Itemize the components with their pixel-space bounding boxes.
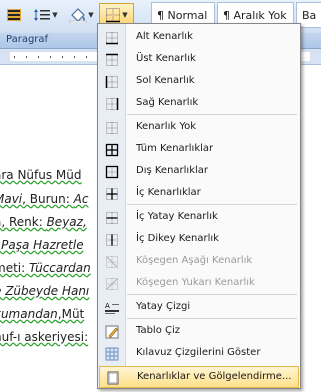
menu-item-diagonal-down-border: Köşegen Aşağı Kenarlık bbox=[99, 251, 299, 273]
document-text-run: e Zübeyde Hanı bbox=[0, 284, 90, 298]
shading-button[interactable]: ▼ bbox=[64, 3, 99, 27]
menu-item-border-top[interactable]: Üst Kenarlık bbox=[99, 49, 299, 71]
ruler-tick bbox=[74, 56, 75, 58]
justify-button[interactable] bbox=[1, 3, 27, 27]
border-bottom-icon bbox=[106, 8, 121, 23]
menu-item-diagonal-up-border: Köşegen Yukarı Kenarlık bbox=[99, 273, 299, 295]
diagonal-down-border-icon bbox=[105, 255, 119, 269]
document-line: a, Renk: Beyaz, bbox=[0, 215, 87, 229]
document-text-run: l Paşa Hazretle bbox=[0, 238, 84, 252]
document-text-run: ara Nüfus Müd bbox=[0, 168, 82, 182]
border-outside-icon bbox=[105, 165, 119, 179]
document-line: e Zübeyde Hanı bbox=[0, 284, 89, 298]
diagonal-up-border-icon bbox=[105, 277, 119, 291]
menu-item-border-inside[interactable]: İç Kenarlıklar bbox=[99, 183, 299, 205]
menu-item-border-right[interactable]: Sağ Kenarlık bbox=[99, 93, 299, 115]
border-all-icon bbox=[105, 143, 119, 157]
border-bottom-icon bbox=[105, 31, 119, 45]
menu-item-borders-shading[interactable]: Kenarlıklar ve Gölgelendirme... bbox=[99, 366, 299, 388]
menu-item-label: İç Dikey Kenarlık bbox=[136, 233, 219, 244]
menu-item-draw-table[interactable]: Tablo Çiz bbox=[99, 321, 299, 343]
menu-item-label: İç Yatay Kenarlık bbox=[136, 211, 218, 222]
menu-item-border-inside-horizontal[interactable]: İç Yatay Kenarlık bbox=[99, 207, 299, 229]
menu-item-label: Dış Kenarlıklar bbox=[136, 165, 209, 176]
menu-item-label: Kılavuz Çizgilerini Göster bbox=[136, 347, 261, 358]
menu-item-horizontal-line[interactable]: A Yatay Çizgi bbox=[99, 297, 299, 319]
border-inside-icon bbox=[105, 187, 119, 201]
line-spacing-icon bbox=[34, 9, 51, 21]
menu-item-label: Üst Kenarlık bbox=[136, 53, 196, 64]
document-text-run: ,Müt bbox=[57, 307, 85, 321]
border-left-icon bbox=[105, 75, 119, 89]
menu-item-label: İç Kenarlıklar bbox=[136, 187, 201, 198]
document-text-run: nuf-ı askeriyesi: bbox=[0, 330, 89, 344]
document-text-run: Beyaz, bbox=[46, 215, 87, 229]
border-inside-horizontal-icon bbox=[105, 211, 119, 225]
document-text-run: Ac bbox=[73, 192, 89, 206]
menu-item-view-gridlines[interactable]: Kılavuz Çizgilerini Göster bbox=[99, 343, 299, 365]
menu-item-border-none[interactable]: Kenarlık Yok bbox=[99, 117, 299, 139]
menu-item-border-bottom[interactable]: Alt Kenarlık bbox=[99, 27, 299, 49]
ruler-tick bbox=[50, 56, 51, 58]
line-spacing-button[interactable]: ▼ bbox=[29, 3, 62, 27]
menu-item-border-left[interactable]: Sol Kenarlık bbox=[99, 71, 299, 93]
svg-text:A: A bbox=[105, 302, 110, 310]
menu-item-label: Sol Kenarlık bbox=[136, 75, 195, 86]
border-none-icon bbox=[105, 121, 119, 135]
ruler-tick bbox=[38, 56, 39, 58]
borders-caret-icon: ▼ bbox=[122, 11, 128, 19]
menu-item-border-all[interactable]: Tüm Kenarlıklar bbox=[99, 139, 299, 161]
menu-item-border-inside-vertical[interactable]: İç Dikey Kenarlık bbox=[99, 229, 299, 251]
menu-item-label: Tüm Kenarlıklar bbox=[136, 143, 214, 154]
document-text-run: , Burun: bbox=[22, 192, 74, 206]
justify-icon bbox=[7, 9, 21, 21]
menu-item-label: Sağ Kenarlık bbox=[136, 97, 199, 108]
menu-item-label: Alt Kenarlık bbox=[136, 31, 193, 42]
ruler-tick bbox=[62, 56, 63, 58]
line-spacing-caret-icon: ▼ bbox=[52, 11, 58, 19]
border-top-icon bbox=[105, 53, 119, 67]
document-text-run: Mavi bbox=[0, 192, 23, 206]
document-line: l Paşa Hazretle bbox=[0, 238, 84, 252]
menu-item-label: Köşegen Aşağı Kenarlık bbox=[136, 255, 253, 266]
paint-bucket-icon bbox=[70, 8, 87, 23]
menu-item-label: Köşegen Yukarı Kenarlık bbox=[136, 277, 255, 288]
menu-item-label: Yatay Çizgi bbox=[136, 301, 191, 312]
document-line: Mavi, Burun: Ac bbox=[0, 192, 88, 206]
document-line: ara Nüfus Müd bbox=[0, 168, 82, 182]
document-line: meti: Tüccardan bbox=[0, 261, 91, 275]
borders-dropdown-menu: Alt Kenarlık Üst Kenarlık Sol Kenarlık S… bbox=[97, 23, 301, 389]
document-line: nuf-ı askeriyesi: bbox=[0, 330, 88, 344]
ruler-tick bbox=[14, 56, 15, 58]
paragraph-group-label: Paragraf bbox=[6, 34, 49, 45]
document-text-run: a, Renk: bbox=[0, 215, 43, 229]
view-gridlines-icon bbox=[105, 347, 119, 361]
menu-item-label: Kenarlıklar ve Gölgelendirme... bbox=[137, 371, 292, 382]
document-text-run: meti: bbox=[0, 261, 26, 275]
shading-caret-icon: ▼ bbox=[88, 11, 94, 19]
border-inside-vertical-icon bbox=[105, 233, 119, 247]
menu-item-border-outside[interactable]: Dış Kenarlıklar bbox=[99, 161, 299, 183]
horizontal-line-icon: A bbox=[105, 301, 119, 315]
document-text-run: kumandan bbox=[0, 307, 58, 321]
document-line: kumandan,Müt bbox=[0, 307, 84, 321]
menu-item-label: Tablo Çiz bbox=[136, 325, 181, 336]
borders-shading-icon bbox=[106, 371, 120, 385]
ruler-tick bbox=[86, 56, 87, 58]
document-text-run: Tüccardan bbox=[28, 261, 91, 275]
menu-item-label: Kenarlık Yok bbox=[136, 121, 197, 132]
border-right-icon bbox=[105, 97, 119, 111]
ruler-tick bbox=[26, 56, 27, 58]
draw-table-icon bbox=[105, 325, 119, 339]
